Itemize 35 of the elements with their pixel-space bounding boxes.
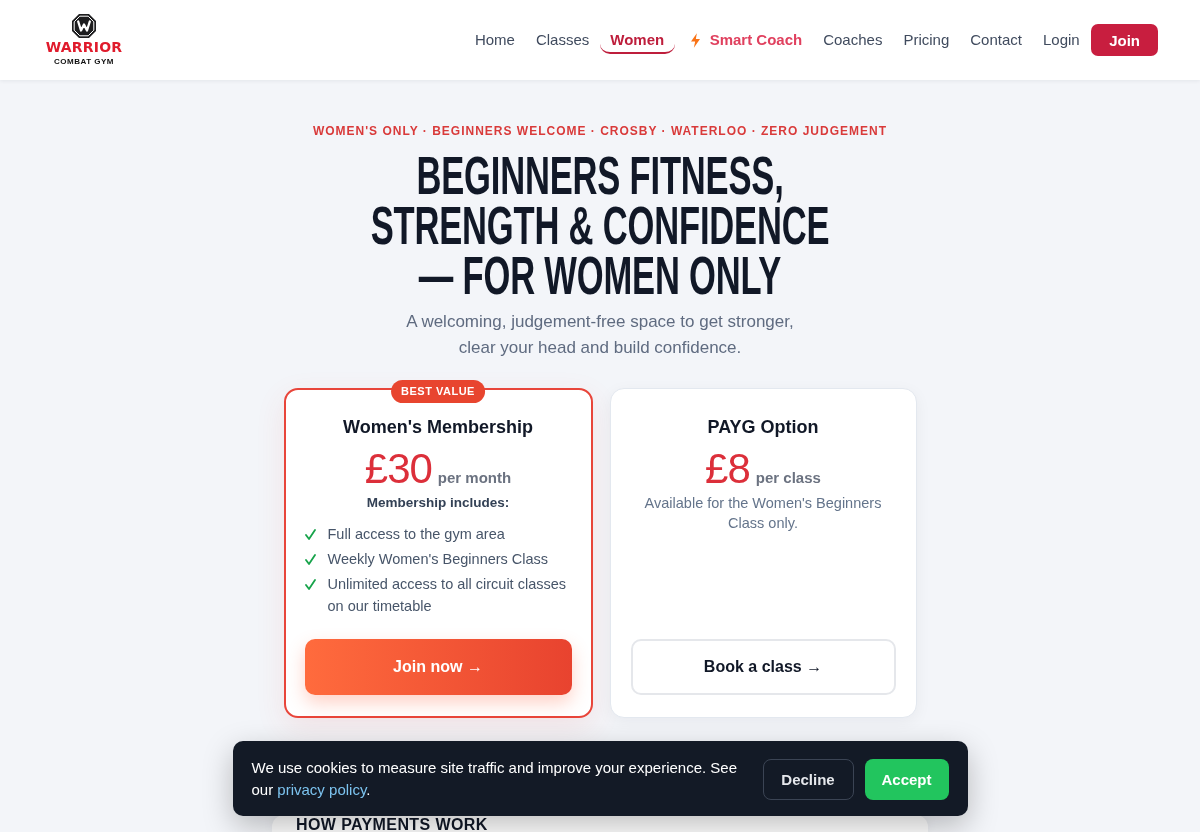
nav-link[interactable]: Login [1032, 26, 1091, 54]
lightning-icon [690, 32, 700, 48]
plan-name: PAYG Option [706, 416, 820, 439]
brand-tagline: COMBAT GYM [54, 57, 114, 66]
hero-subtitle: A welcoming, judgement-free space to get stronger, clear your head and build confidence. [405, 311, 795, 359]
plan-name: Women's Membership [342, 416, 534, 439]
cookie-button[interactable]: Decline [762, 758, 854, 800]
nav-link[interactable]: Home [464, 26, 526, 54]
price-period: per class [755, 469, 821, 487]
nav-link[interactable]: Contact [959, 26, 1033, 54]
cta-button[interactable]: Book a class → [630, 639, 896, 695]
nav-link[interactable]: Coaches [812, 26, 893, 54]
join-button[interactable]: Join [1091, 24, 1158, 56]
check-icon [304, 554, 316, 565]
nav-link[interactable]: Pricing [892, 26, 960, 54]
includes-heading: Membership includes: [365, 494, 511, 512]
octagon-emblem-icon [72, 14, 96, 38]
brand-name: WARRIOR [45, 41, 123, 53]
feature-text: Unlimited access to all circuit classes on our timetable [327, 575, 568, 616]
cookie-message: We use cookies to measure site traffic and improve your experience. See our privacy policy. [251, 758, 739, 800]
section-heading: HOW PAYMENTS WORK [296, 817, 489, 832]
check-icon [304, 579, 316, 590]
nav-link[interactable]: Classes [525, 26, 600, 54]
feature-text: Weekly Women's Beginners Class [327, 550, 549, 569]
hero-tagline: WOMEN'S ONLY · BEGINNERS WELCOME · CROSBY · WATERLOO · ZERO JUDGEMENT [311, 123, 889, 139]
hero-heading: BEGINNERS FITNESS, STRENGTH & CONFIDENCE — FOR WOMEN ONLY [369, 150, 831, 300]
plan-description: Available for the Women's Beginners Class only. [643, 494, 883, 533]
price-period: per month [437, 469, 512, 487]
plan-badge: BEST VALUE [391, 380, 485, 403]
plan-price: £8 [705, 447, 750, 491]
check-icon [304, 529, 316, 540]
plan-price: £30 [364, 447, 432, 491]
nav-link[interactable]: Smart Coach [674, 26, 813, 54]
nav-link[interactable]: Women [599, 26, 675, 54]
feature-text: Full access to the gym area [327, 525, 505, 544]
